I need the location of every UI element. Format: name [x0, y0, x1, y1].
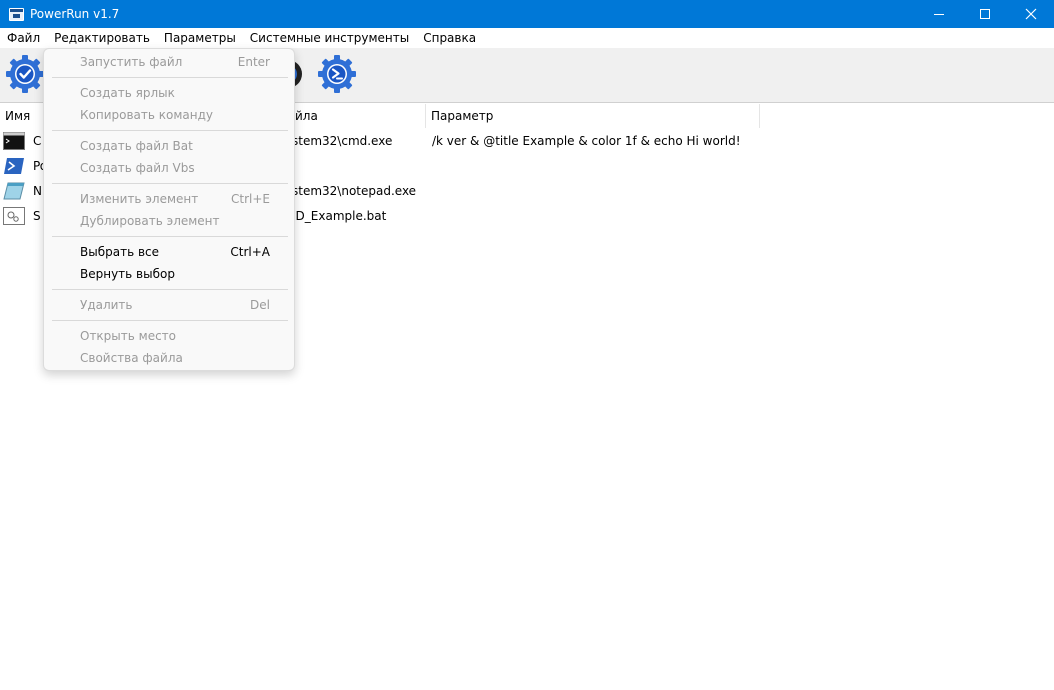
powershell-icon: [4, 157, 24, 174]
minimize-icon: [934, 13, 944, 15]
menu-item-label: Удалить: [80, 298, 133, 312]
bat-file-icon: [3, 206, 25, 225]
menu-item-copy-command[interactable]: Копировать команду: [44, 104, 294, 126]
menu-separator: [52, 77, 288, 78]
app-window-icon: [9, 7, 24, 21]
row-path: stem32\notepad.exe: [292, 183, 417, 198]
menu-bar: Файл Редактировать Параметры Системные и…: [0, 28, 1054, 48]
column-file[interactable]: йла: [290, 104, 426, 128]
menu-separator: [52, 320, 288, 321]
menu-item-shortcut: Enter: [237, 55, 270, 69]
menu-item-shortcut: Del: [250, 298, 270, 312]
menu-item-edit-element[interactable]: Изменить элемент Ctrl+E: [44, 188, 294, 210]
maximize-button[interactable]: [962, 0, 1008, 28]
menu-separator: [52, 183, 288, 184]
menu-edit[interactable]: Редактировать: [47, 28, 157, 48]
column-parameter[interactable]: Параметр: [426, 104, 760, 128]
menu-separator: [52, 289, 288, 290]
menu-item-create-shortcut[interactable]: Создать ярлык: [44, 82, 294, 104]
close-button[interactable]: [1008, 0, 1054, 28]
menu-item-label: Создать файл Bat: [80, 139, 193, 153]
edit-dropdown-menu: Запустить файл Enter Создать ярлык Копир…: [43, 48, 295, 371]
menu-item-label: Копировать команду: [80, 108, 214, 122]
menu-item-duplicate-element[interactable]: Дублировать элемент: [44, 210, 294, 232]
menu-item-shortcut: Ctrl+E: [231, 192, 270, 206]
menu-item-label: Создать ярлык: [80, 86, 175, 100]
cmd-icon: [3, 131, 25, 150]
notepad-icon: [3, 182, 25, 199]
close-icon: [1025, 8, 1037, 20]
menu-options[interactable]: Параметры: [157, 28, 243, 48]
menu-item-label: Выбрать все: [80, 245, 160, 259]
menu-item-label: Создать файл Vbs: [80, 161, 195, 175]
menu-help[interactable]: Справка: [416, 28, 483, 48]
maximize-icon: [980, 9, 990, 19]
menu-separator: [52, 130, 288, 131]
menu-item-label: Дублировать элемент: [80, 214, 220, 228]
window-controls: [916, 0, 1054, 28]
menu-item-create-vbs[interactable]: Создать файл Vbs: [44, 157, 294, 179]
check-gear-icon[interactable]: [5, 54, 45, 94]
row-name: C: [33, 133, 42, 148]
menu-separator: [52, 236, 288, 237]
menu-item-label: Изменить элемент: [80, 192, 199, 206]
menu-item-label: Свойства файла: [80, 351, 183, 365]
row-path: stem32\cmd.exe: [292, 133, 393, 148]
menu-item-open-location[interactable]: Открыть место: [44, 325, 294, 347]
minimize-button[interactable]: [916, 0, 962, 28]
powershell-gear-icon[interactable]: [317, 54, 357, 94]
menu-item-file-properties[interactable]: Свойства файла: [44, 347, 294, 369]
window-title: PowerRun v1.7: [30, 7, 120, 21]
menu-item-label: Вернуть выбор: [80, 267, 175, 281]
row-name: S: [33, 208, 41, 223]
menu-item-create-bat[interactable]: Создать файл Bat: [44, 135, 294, 157]
menu-item-run-file[interactable]: Запустить файл Enter: [44, 51, 294, 73]
menu-item-label: Запустить файл: [80, 55, 183, 69]
menu-file[interactable]: Файл: [0, 28, 47, 48]
row-name: N: [33, 183, 42, 198]
menu-item-select-all[interactable]: Выбрать все Ctrl+A: [44, 241, 294, 263]
row-parameter: /k ver & @title Example & color 1f & ech…: [432, 133, 741, 148]
menu-system-tools[interactable]: Системные инструменты: [243, 28, 416, 48]
menu-item-invert-selection[interactable]: Вернуть выбор: [44, 263, 294, 285]
row-path: ID_Example.bat: [292, 208, 387, 223]
title-bar: PowerRun v1.7: [0, 0, 1054, 28]
menu-item-shortcut: Ctrl+A: [230, 245, 270, 259]
menu-item-label: Открыть место: [80, 329, 177, 343]
menu-item-delete[interactable]: Удалить Del: [44, 294, 294, 316]
